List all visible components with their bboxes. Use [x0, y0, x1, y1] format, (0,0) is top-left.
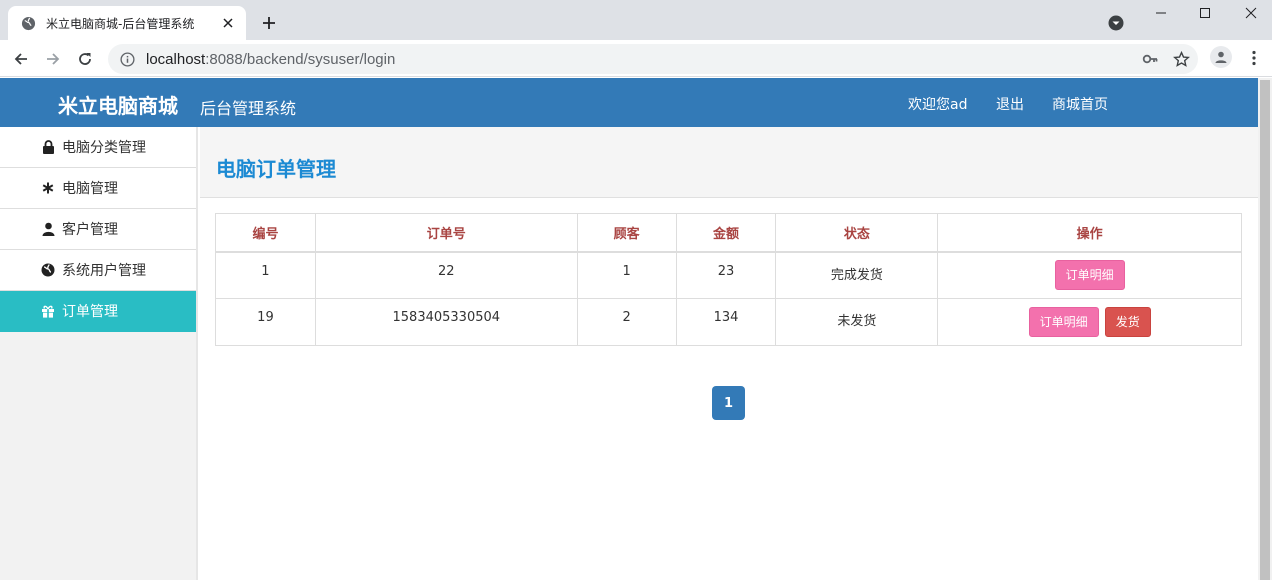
cell-actions: 订单明细: [937, 251, 1242, 299]
sidebar-item-label: 订单管理: [62, 304, 118, 320]
brand-title[interactable]: 米立电脑商城: [58, 90, 178, 119]
globe-icon: [20, 15, 36, 31]
info-icon[interactable]: [118, 50, 136, 68]
cell-customer: 1: [576, 251, 677, 299]
browser-tabstrip: 米立电脑商城-后台管理系统: [0, 0, 1272, 40]
new-tab-button[interactable]: [258, 12, 280, 34]
profile-avatar-icon[interactable]: [1210, 46, 1232, 68]
tab-search-icon[interactable]: [1106, 13, 1126, 33]
star-icon[interactable]: [1171, 49, 1191, 69]
app-header: 米立电脑商城 后台管理系统 欢迎您ad 退出 商城首页: [0, 78, 1258, 127]
cell-order-no: 22: [314, 251, 578, 299]
scrollbar-thumb[interactable]: [1260, 80, 1270, 580]
order-detail-button[interactable]: 订单明细: [1054, 260, 1125, 291]
lock-icon: [40, 139, 56, 155]
table-header-row: 编号 订单号 顾客 金额 状态 操作: [215, 213, 1242, 253]
sidebar-item-label: 客户管理: [62, 222, 118, 238]
address-bar[interactable]: localhost:8088/backend/sysuser/login: [108, 44, 1198, 74]
column-header-order-no: 订单号: [314, 213, 578, 253]
sidebar-item-computer[interactable]: 电脑管理: [0, 168, 196, 209]
asterisk-icon: [40, 180, 56, 196]
column-header-actions: 操作: [937, 213, 1242, 253]
page-title: 电脑订单管理: [216, 157, 336, 181]
column-header-customer: 顾客: [576, 213, 677, 253]
more-menu-icon[interactable]: [1244, 46, 1264, 70]
minimize-icon[interactable]: [1138, 0, 1184, 26]
window-close-icon[interactable]: [1228, 0, 1272, 26]
order-detail-button[interactable]: 订单明细: [1028, 307, 1099, 337]
pagination-page-1[interactable]: 1: [712, 386, 745, 420]
cell-status: 未发货: [775, 298, 939, 346]
table-row: 19 1583405330504 2 134 未发货 订单明细 发货: [215, 298, 1242, 346]
mall-home-link[interactable]: 商城首页: [1052, 94, 1108, 114]
column-header-status: 状态: [775, 213, 939, 253]
globe-icon: [40, 262, 56, 278]
forward-arrow-icon[interactable]: [40, 46, 66, 72]
welcome-user[interactable]: 欢迎您ad: [908, 94, 967, 114]
browser-toolbar: localhost:8088/backend/sysuser/login: [0, 40, 1272, 77]
gift-icon: [40, 303, 56, 319]
browser-tab[interactable]: 米立电脑商城-后台管理系统: [8, 6, 246, 40]
close-icon[interactable]: [220, 15, 236, 31]
sidebar-item-label: 电脑分类管理: [62, 140, 146, 156]
cell-customer: 2: [576, 298, 677, 346]
table-row: 1 22 1 23 完成发货 订单明细: [215, 251, 1242, 299]
key-icon[interactable]: [1140, 49, 1160, 69]
user-icon: [40, 221, 56, 237]
page-header: 电脑订单管理: [200, 127, 1258, 198]
cell-id: 19: [215, 298, 316, 346]
sidebar-item-category[interactable]: 电脑分类管理: [0, 127, 196, 168]
column-header-id: 编号: [215, 213, 316, 253]
cell-amount: 134: [675, 298, 777, 346]
cell-order-no: 1583405330504: [314, 298, 578, 346]
column-header-amount: 金额: [675, 213, 777, 253]
maximize-icon[interactable]: [1182, 0, 1228, 26]
orders-table: 编号 订单号 顾客 金额 状态 操作 1 22 1 23 完成发货 订单明细 1…: [215, 213, 1242, 346]
sidebar-item-customer[interactable]: 客户管理: [0, 209, 196, 250]
sidebar: 电脑分类管理 电脑管理 客户管理 系统用户管理 订单管理: [0, 127, 198, 580]
url-text: localhost:8088/backend/sysuser/login: [146, 50, 396, 68]
sidebar-item-label: 系统用户管理: [62, 263, 146, 279]
sidebar-item-order[interactable]: 订单管理: [0, 291, 196, 332]
ship-button[interactable]: 发货: [1104, 307, 1151, 337]
brand-subtitle: 后台管理系统: [200, 99, 297, 118]
cell-amount: 23: [675, 251, 777, 299]
back-arrow-icon[interactable]: [8, 46, 34, 72]
cell-actions: 订单明细 发货: [937, 298, 1242, 346]
cell-id: 1: [215, 251, 316, 299]
cell-status: 完成发货: [775, 251, 939, 299]
sidebar-item-sysuser[interactable]: 系统用户管理: [0, 250, 196, 291]
reload-icon[interactable]: [72, 46, 98, 72]
tab-title: 米立电脑商城-后台管理系统: [46, 16, 195, 31]
sidebar-item-label: 电脑管理: [62, 181, 118, 197]
logout-link[interactable]: 退出: [996, 94, 1024, 114]
